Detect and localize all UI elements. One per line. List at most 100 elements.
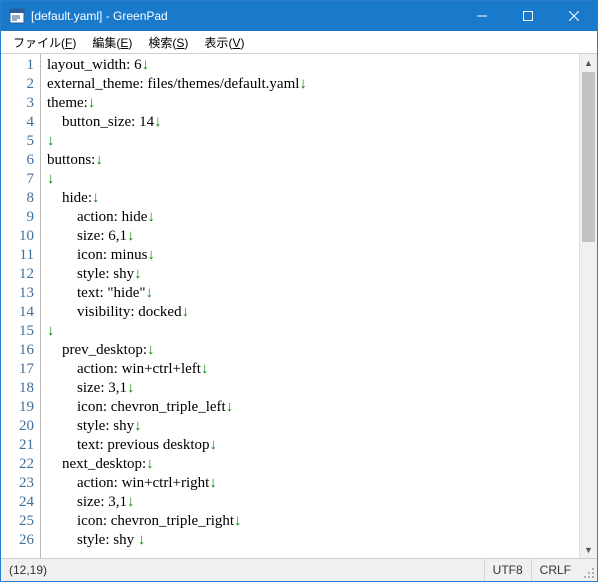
code-line[interactable]: ↓	[47, 170, 579, 189]
code-text: next_desktop:	[47, 456, 146, 472]
code-line[interactable]: prev_desktop:↓	[47, 341, 579, 360]
code-text: size: 3,1	[47, 494, 127, 510]
code-line[interactable]: button_size: 14↓	[47, 113, 579, 132]
eol-marker: ↓	[234, 513, 242, 529]
eol-marker: ↓	[47, 133, 55, 149]
code-text: theme:	[47, 95, 88, 111]
app-window: [default.yaml] - GreenPad ファイル(F) 編集(E) …	[0, 0, 598, 582]
eol-marker: ↓	[145, 285, 153, 301]
code-text: external_theme: files/themes/default.yam…	[47, 76, 299, 92]
close-button[interactable]	[551, 1, 597, 31]
code-text: text: previous desktop	[47, 437, 209, 453]
line-number: 16	[1, 341, 40, 360]
scroll-up-arrow[interactable]: ▲	[580, 54, 597, 71]
code-line[interactable]: hide:↓	[47, 189, 579, 208]
code-view[interactable]: layout_width: 6↓external_theme: files/th…	[41, 54, 579, 558]
eol-marker: ↓	[127, 228, 135, 244]
code-line[interactable]: layout_width: 6↓	[47, 56, 579, 75]
code-line[interactable]: ↓	[47, 132, 579, 151]
code-line[interactable]: size: 6,1↓	[47, 227, 579, 246]
status-encoding[interactable]: UTF8	[484, 559, 531, 581]
line-number: 26	[1, 531, 40, 550]
line-number: 10	[1, 227, 40, 246]
code-line[interactable]: text: previous desktop↓	[47, 436, 579, 455]
eol-marker: ↓	[134, 418, 142, 434]
code-line[interactable]: size: 3,1↓	[47, 379, 579, 398]
statusbar: (12,19) UTF8 CRLF	[1, 559, 597, 581]
status-cursor: (12,19)	[1, 559, 55, 581]
vertical-scrollbar[interactable]: ▲ ▼	[579, 54, 597, 558]
line-number: 17	[1, 360, 40, 379]
eol-marker: ↓	[47, 323, 55, 339]
eol-marker: ↓	[147, 342, 155, 358]
line-number: 13	[1, 284, 40, 303]
code-text: button_size: 14	[47, 114, 154, 130]
code-line[interactable]: icon: minus↓	[47, 246, 579, 265]
eol-marker: ↓	[154, 114, 162, 130]
maximize-button[interactable]	[505, 1, 551, 31]
line-number: 6	[1, 151, 40, 170]
code-line[interactable]: style: shy↓	[47, 417, 579, 436]
code-line[interactable]: external_theme: files/themes/default.yam…	[47, 75, 579, 94]
line-number: 21	[1, 436, 40, 455]
code-line[interactable]: text: "hide"↓	[47, 284, 579, 303]
eol-marker: ↓	[209, 437, 217, 453]
scroll-thumb[interactable]	[582, 72, 595, 242]
eol-marker: ↓	[127, 380, 135, 396]
code-line[interactable]: style: shy ↓	[47, 531, 579, 550]
eol-marker: ↓	[209, 475, 217, 491]
menu-file-mnemonic: F	[65, 36, 72, 50]
status-lineending[interactable]: CRLF	[531, 559, 579, 581]
line-number: 19	[1, 398, 40, 417]
code-line[interactable]: icon: chevron_triple_left↓	[47, 398, 579, 417]
eol-marker: ↓	[138, 532, 146, 548]
line-number: 9	[1, 208, 40, 227]
menu-file[interactable]: ファイル(F)	[5, 32, 84, 53]
code-text: icon: chevron_triple_left	[47, 399, 226, 415]
code-line[interactable]: ↓	[47, 322, 579, 341]
eol-marker: ↓	[95, 152, 103, 168]
code-line[interactable]: size: 3,1↓	[47, 493, 579, 512]
code-text: action: win+ctrl+right	[47, 475, 209, 491]
resize-grip[interactable]	[579, 559, 597, 581]
menu-view[interactable]: 表示(V)	[196, 32, 252, 53]
line-number: 14	[1, 303, 40, 322]
code-text: visibility: docked	[47, 304, 182, 320]
line-number-gutter: 1234567891011121314151617181920212223242…	[1, 54, 41, 558]
line-number: 7	[1, 170, 40, 189]
line-number: 24	[1, 493, 40, 512]
line-number: 22	[1, 455, 40, 474]
line-number: 8	[1, 189, 40, 208]
code-line[interactable]: style: shy↓	[47, 265, 579, 284]
titlebar[interactable]: [default.yaml] - GreenPad	[1, 1, 597, 31]
menu-edit-mnemonic: E	[120, 36, 128, 50]
eol-marker: ↓	[147, 247, 155, 263]
menu-search[interactable]: 検索(S)	[140, 32, 196, 53]
eol-marker: ↓	[142, 57, 150, 73]
eol-marker: ↓	[127, 494, 135, 510]
line-number: 18	[1, 379, 40, 398]
code-line[interactable]: action: hide↓	[47, 208, 579, 227]
eol-marker: ↓	[47, 171, 55, 187]
code-line[interactable]: buttons:↓	[47, 151, 579, 170]
line-number: 4	[1, 113, 40, 132]
code-line[interactable]: next_desktop:↓	[47, 455, 579, 474]
code-line[interactable]: theme:↓	[47, 94, 579, 113]
menu-edit[interactable]: 編集(E)	[84, 32, 140, 53]
code-text: action: hide	[47, 209, 147, 225]
code-line[interactable]: action: win+ctrl+right↓	[47, 474, 579, 493]
code-line[interactable]: visibility: docked↓	[47, 303, 579, 322]
menu-view-label: 表示	[204, 36, 228, 50]
editor-area: 1234567891011121314151617181920212223242…	[1, 54, 597, 559]
code-line[interactable]: action: win+ctrl+left↓	[47, 360, 579, 379]
line-number: 2	[1, 75, 40, 94]
eol-marker: ↓	[299, 76, 307, 92]
code-line[interactable]: icon: chevron_triple_right↓	[47, 512, 579, 531]
eol-marker: ↓	[146, 456, 154, 472]
minimize-button[interactable]	[459, 1, 505, 31]
line-number: 20	[1, 417, 40, 436]
menu-file-label: ファイル	[13, 36, 61, 50]
scroll-down-arrow[interactable]: ▼	[580, 541, 597, 558]
menu-search-label: 検索	[148, 36, 172, 50]
line-number: 15	[1, 322, 40, 341]
